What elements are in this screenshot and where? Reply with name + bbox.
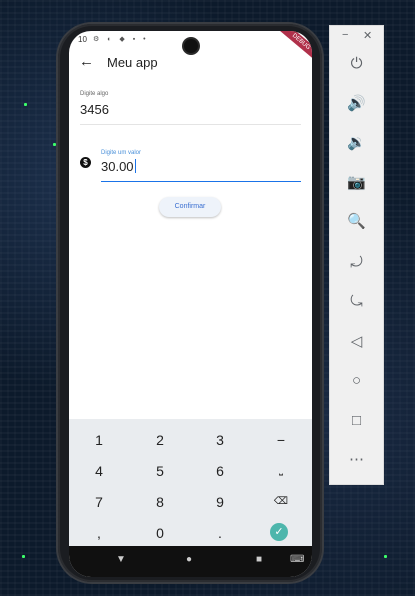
key-8[interactable]: 8 xyxy=(130,488,190,516)
key-0[interactable]: 0 xyxy=(130,519,190,547)
phone-screen: 10 ⚙ ◐ ◆ ▪ • DEBUG ← Meu app Digite algo… xyxy=(69,31,312,577)
numeric-keyboard: 1 2 3 − 4 5 6 ⎵ 7 8 9 ⌫ , 0 . ✓ xyxy=(69,419,312,546)
volume-up-icon[interactable]: 🔊 xyxy=(330,92,383,116)
zoom-icon[interactable]: 🔍 xyxy=(330,210,383,234)
key-2[interactable]: 2 xyxy=(130,426,190,454)
status-time: 10 xyxy=(78,35,87,44)
text-caret xyxy=(134,159,136,173)
key-9[interactable]: 9 xyxy=(190,488,250,516)
key-comma[interactable]: , xyxy=(69,519,129,547)
key-1[interactable]: 1 xyxy=(69,426,129,454)
key-backspace[interactable]: ⌫ xyxy=(251,488,311,516)
rotate-left-icon[interactable]: ⤾ xyxy=(330,251,383,275)
field2-label: Digite um valor xyxy=(101,150,142,156)
close-button[interactable]: ✕ xyxy=(363,29,372,42)
nav-recents-icon[interactable]: ■ xyxy=(256,554,262,565)
status-icons: ⚙ ◐ ◆ ▪ • xyxy=(93,36,149,43)
minimize-button[interactable]: − xyxy=(342,29,348,41)
background-dot xyxy=(53,143,56,146)
overview-icon[interactable]: □ xyxy=(330,409,383,433)
key-period[interactable]: . xyxy=(190,519,250,547)
background-dot xyxy=(24,103,27,106)
app-title: Meu app xyxy=(107,55,158,70)
key-5[interactable]: 5 xyxy=(130,457,190,485)
key-space[interactable]: ⎵ xyxy=(251,457,311,485)
field2-value: 30.00 xyxy=(101,159,134,174)
nav-home-icon[interactable]: ● xyxy=(186,554,192,565)
volume-down-icon[interactable]: 🔉 xyxy=(330,131,383,155)
background-dot xyxy=(22,555,25,558)
camera-icon[interactable]: 📷 xyxy=(330,171,383,195)
background-dot xyxy=(384,555,387,558)
system-nav-bar: ▼ ● ■ ⌨ xyxy=(69,546,312,577)
power-icon[interactable]: ⏻ xyxy=(330,52,383,76)
app-bar: ← Meu app xyxy=(69,49,312,75)
nav-keyboard-icon[interactable]: ⌨ xyxy=(290,554,304,565)
more-icon[interactable]: ⋯ xyxy=(330,448,383,472)
key-3[interactable]: 3 xyxy=(190,426,250,454)
key-4[interactable]: 4 xyxy=(69,457,129,485)
field2-input[interactable]: 30.00 xyxy=(101,159,136,174)
back-icon[interactable]: ◁ xyxy=(330,330,383,354)
key-6[interactable]: 6 xyxy=(190,457,250,485)
key-minus[interactable]: − xyxy=(251,426,311,454)
emulator-toolbar: − ✕ ⏻ 🔊 🔉 📷 🔍 ⤾ ⤿ ◁ ○ □ ⋯ xyxy=(329,25,384,485)
dollar-icon: $ xyxy=(80,157,91,168)
confirm-button[interactable]: Confirmar xyxy=(159,197,221,217)
key-done-check-icon[interactable]: ✓ xyxy=(270,523,288,541)
back-arrow-icon[interactable]: ← xyxy=(79,53,94,70)
nav-back-icon[interactable]: ▼ xyxy=(116,554,126,565)
field2-underline xyxy=(101,181,301,182)
field1-underline xyxy=(80,124,301,125)
field1-label: Digite algo xyxy=(80,91,109,97)
home-icon[interactable]: ○ xyxy=(330,369,383,393)
rotate-right-icon[interactable]: ⤿ xyxy=(330,290,383,314)
key-7[interactable]: 7 xyxy=(69,488,129,516)
field1-input[interactable]: 3456 xyxy=(80,102,109,117)
